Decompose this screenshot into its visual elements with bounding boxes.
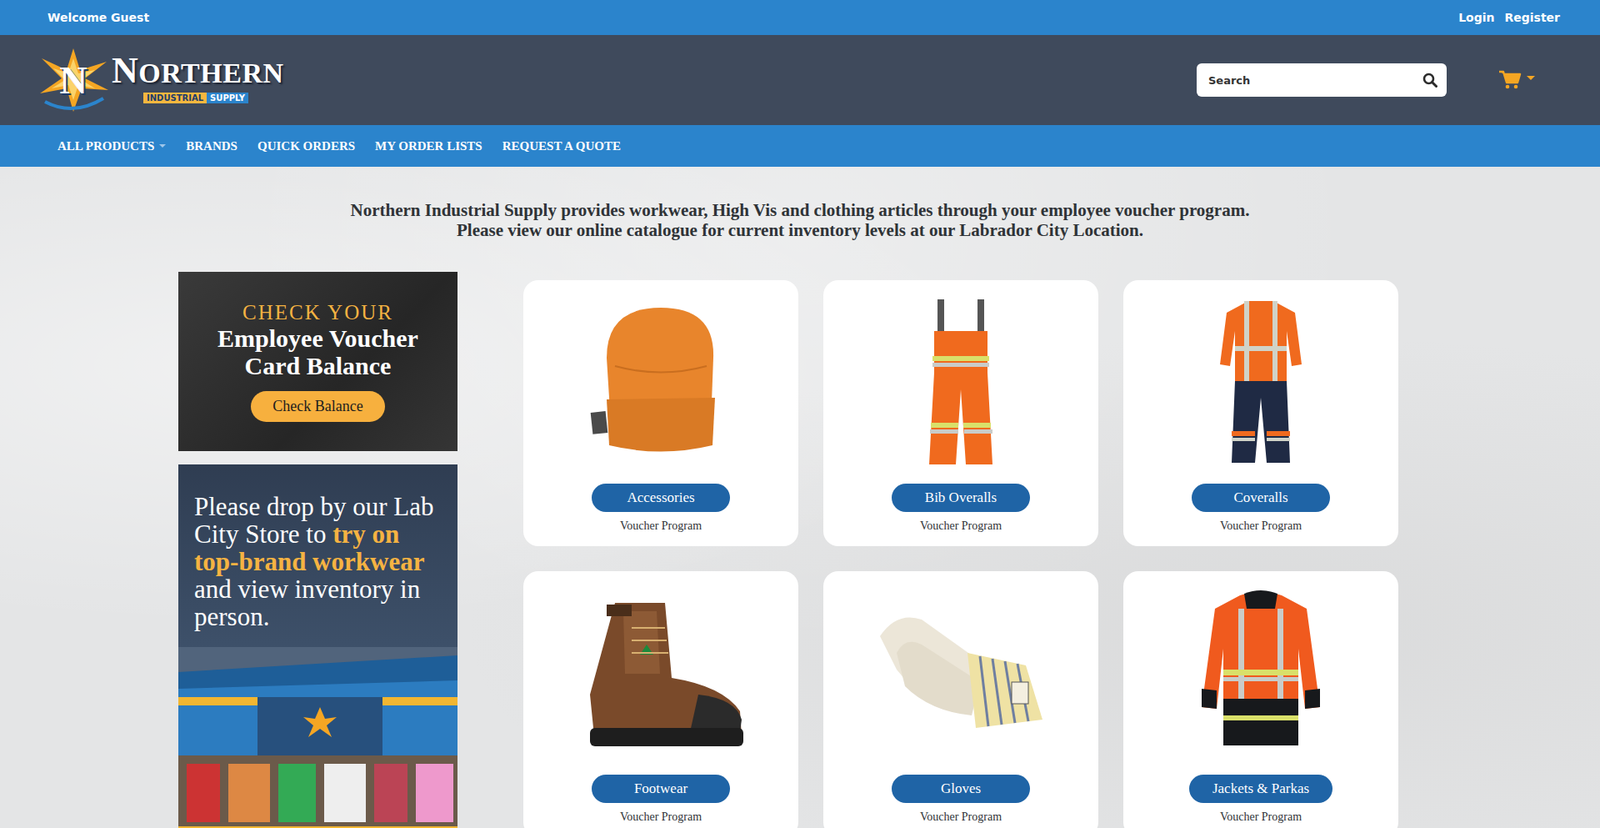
category-program: Voucher Program bbox=[620, 519, 702, 533]
account-link[interactable]: Login bbox=[1458, 10, 1495, 25]
category-image bbox=[569, 295, 753, 470]
category-card[interactable]: Jackets & Parkas Voucher Program bbox=[1123, 570, 1399, 828]
logo-tag-word: SUPPLY bbox=[206, 92, 249, 104]
intro-text: Northern Industrial Supply provides work… bbox=[0, 166, 1600, 240]
nav-item[interactable]: REQUEST A QUOTE bbox=[502, 139, 621, 154]
search-box[interactable] bbox=[1196, 63, 1447, 97]
logo[interactable]: NNORTHERN INDUSTRIALSUPPLY bbox=[36, 46, 285, 114]
account-link[interactable]: Register bbox=[1504, 10, 1560, 25]
nav-label: REQUEST A QUOTE bbox=[502, 139, 621, 154]
search-input[interactable] bbox=[1206, 73, 1422, 88]
store-message: Please drop by our Lab City Store to try… bbox=[178, 464, 458, 647]
category-card[interactable]: Gloves Voucher Program bbox=[823, 570, 1099, 828]
category-button[interactable]: Bib Overalls bbox=[891, 483, 1030, 512]
category-image bbox=[869, 295, 1053, 470]
intro-line: Northern Industrial Supply provides work… bbox=[0, 200, 1600, 220]
account-links: Login Register bbox=[1458, 10, 1560, 25]
nav-item[interactable]: ALL PRODUCTS bbox=[57, 139, 166, 154]
logo-mark: N bbox=[36, 46, 110, 114]
category-button[interactable]: Jackets & Parkas bbox=[1189, 774, 1333, 803]
category-program: Voucher Program bbox=[920, 810, 1002, 824]
main-nav: ALL PRODUCTS BRANDS QUICK ORDERS MY ORDER L… bbox=[0, 125, 1600, 167]
top-bar: Welcome Guest Login Register bbox=[0, 0, 1600, 35]
store-photo bbox=[178, 646, 458, 828]
promo-column: CHECK YOUREmployee VoucherCard Balance Ch… bbox=[178, 271, 458, 828]
category-program: Voucher Program bbox=[1220, 810, 1302, 824]
logo-name: NORTHERN bbox=[111, 51, 285, 90]
message-segment: and view inventory in person. bbox=[194, 574, 420, 631]
store-banner: Please drop by our Lab City Store to try… bbox=[178, 464, 458, 828]
category-image bbox=[869, 585, 1053, 761]
header-tools bbox=[1196, 63, 1535, 97]
welcome-text: Welcome Guest bbox=[47, 10, 150, 25]
main-area: Northern Industrial Supply provides work… bbox=[0, 166, 1600, 828]
dropdown-caret-icon bbox=[159, 144, 166, 148]
category-image bbox=[569, 585, 753, 761]
banner-title-line: Employee Voucher bbox=[217, 324, 419, 352]
category-button[interactable]: Coveralls bbox=[1191, 483, 1330, 512]
nav-item[interactable]: BRANDS bbox=[185, 139, 238, 154]
logo-tag-word: INDUSTRIAL bbox=[143, 92, 207, 104]
header: NNORTHERN INDUSTRIALSUPPLY bbox=[0, 35, 1600, 125]
voucher-balance-banner[interactable]: CHECK YOUREmployee VoucherCard Balance Ch… bbox=[178, 271, 458, 451]
category-card[interactable]: Coveralls Voucher Program bbox=[1123, 280, 1399, 546]
nav-item[interactable]: MY ORDER LISTS bbox=[375, 139, 483, 154]
nav-label: ALL PRODUCTS bbox=[57, 139, 155, 154]
category-card[interactable]: Bib Overalls Voucher Program bbox=[823, 280, 1099, 546]
category-card[interactable]: Accessories Voucher Program bbox=[523, 280, 799, 546]
nav-label: QUICK ORDERS bbox=[257, 139, 355, 154]
category-program: Voucher Program bbox=[620, 810, 702, 824]
content: CHECK YOUREmployee VoucherCard Balance Ch… bbox=[0, 271, 1600, 828]
cart-button[interactable] bbox=[1498, 70, 1535, 90]
logo-star-icon: N bbox=[36, 46, 110, 114]
check-balance-button[interactable]: Check Balance bbox=[250, 390, 385, 422]
banner-kicker: CHECK YOUR bbox=[242, 300, 394, 325]
category-button[interactable]: Gloves bbox=[891, 774, 1030, 803]
category-image bbox=[1169, 295, 1353, 470]
category-image bbox=[1169, 585, 1353, 761]
category-button[interactable]: Accessories bbox=[591, 483, 730, 512]
nav-label: BRANDS bbox=[185, 139, 238, 154]
nav-label: MY ORDER LISTS bbox=[375, 139, 483, 154]
banner-title: Employee VoucherCard Balance bbox=[217, 324, 419, 380]
category-card[interactable]: Footwear Voucher Program bbox=[523, 570, 799, 828]
search-icon[interactable] bbox=[1421, 71, 1439, 89]
banner-title-line: Card Balance bbox=[217, 351, 419, 380]
cart-caret-icon bbox=[1526, 75, 1535, 80]
logo-tag: INDUSTRIALSUPPLY bbox=[143, 92, 249, 104]
category-button[interactable]: Footwear bbox=[591, 774, 730, 803]
logo-text: NORTHERN INDUSTRIALSUPPLY bbox=[111, 51, 285, 103]
nav-item[interactable]: QUICK ORDERS bbox=[257, 139, 355, 154]
intro-line: Please view our online catalogue for cur… bbox=[0, 220, 1600, 240]
category-grid: Accessories Voucher Program Bib Overalls Vo… bbox=[523, 280, 1399, 828]
category-program: Voucher Program bbox=[920, 519, 1002, 533]
cart-icon bbox=[1498, 70, 1522, 90]
category-program: Voucher Program bbox=[1220, 519, 1302, 533]
